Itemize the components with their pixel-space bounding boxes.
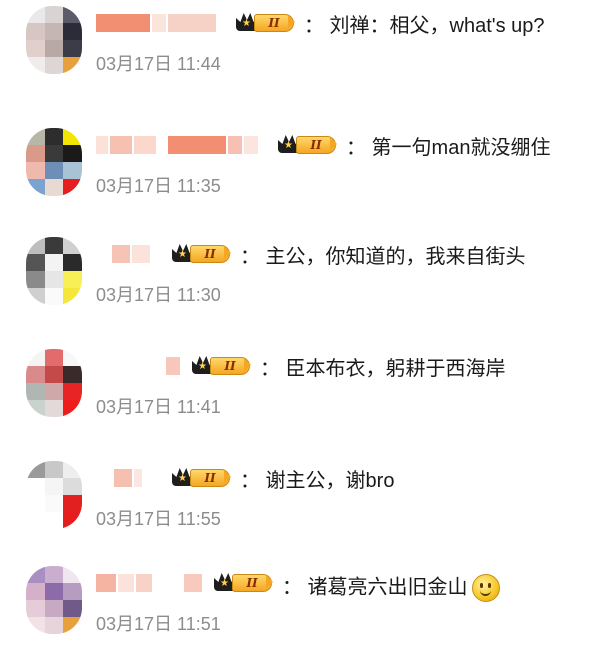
comment-text: ： 臣本布衣，躬耕于西海岸 <box>260 358 506 380</box>
badge-arrow-icon <box>330 137 337 151</box>
badge-arrow-icon <box>288 15 295 29</box>
star-icon: ★ <box>178 473 187 484</box>
avatar[interactable] <box>26 6 82 74</box>
username-blurred[interactable] <box>96 136 258 154</box>
username-blurred[interactable] <box>112 245 150 263</box>
username-blurred[interactable] <box>96 574 202 592</box>
comment-timestamp: 03月17日 11:30 <box>96 285 221 305</box>
avatar[interactable] <box>26 566 82 634</box>
badge-arrow-icon <box>244 358 251 372</box>
username-blurred[interactable] <box>114 469 142 487</box>
comment-text: ： 第一句man就没绷住 <box>346 137 551 159</box>
comment-item: ★ II ： 诸葛亮六出旧金山 03月17日 11:51 <box>0 560 609 660</box>
level-badge[interactable]: ★ II <box>236 8 300 34</box>
avatar[interactable] <box>26 349 82 417</box>
comment-item: ★ II ： 第一句man就没绷住 03月17日 11:35 <box>0 122 609 222</box>
comment-text-body: ： 诸葛亮六出旧金山 <box>282 576 468 599</box>
star-icon: ★ <box>242 18 251 29</box>
comment-timestamp: 03月17日 11:44 <box>96 54 221 74</box>
username-blurred[interactable] <box>166 357 180 375</box>
level-badge[interactable]: ★ II <box>172 463 236 489</box>
comment-timestamp: 03月17日 11:41 <box>96 397 221 417</box>
comment-text: ： 主公，你知道的，我来自街头 <box>240 246 526 268</box>
comment-text: ： 谢主公，谢bro <box>240 470 395 492</box>
star-icon: ★ <box>198 361 207 372</box>
level-badge[interactable]: ★ II <box>172 239 236 265</box>
badge-arrow-icon <box>224 470 231 484</box>
comment-timestamp: 03月17日 11:35 <box>96 176 221 196</box>
avatar[interactable] <box>26 128 82 196</box>
star-icon: ★ <box>178 249 187 260</box>
comment-item: ★ II ： 主公，你知道的，我来自街头 03月17日 11:30 <box>0 231 609 331</box>
comment-text: ： 诸葛亮六出旧金山 <box>282 574 500 602</box>
level-badge[interactable]: ★ II <box>278 130 342 156</box>
level-badge[interactable]: ★ II <box>192 351 256 377</box>
badge-arrow-icon <box>266 575 273 589</box>
comment-item: ★ II ： 臣本布衣，躬耕于西海岸 03月17日 11:41 <box>0 343 609 443</box>
comment-timestamp: 03月17日 11:55 <box>96 509 221 529</box>
username-blurred[interactable] <box>96 14 216 32</box>
comment-item: ★ II ： 谢主公，谢bro 03月17日 11:55 <box>0 455 609 555</box>
avatar[interactable] <box>26 237 82 305</box>
star-icon: ★ <box>284 140 293 151</box>
comment-item: ★ II ： 刘禅：相父，what's up? 03月17日 11:44 <box>0 0 609 100</box>
comment-text: ： 刘禅：相父，what's up? <box>304 15 545 37</box>
badge-arrow-icon <box>224 246 231 260</box>
star-icon: ★ <box>220 578 229 589</box>
level-badge[interactable]: ★ II <box>214 568 278 594</box>
smiley-emoji-icon <box>471 574 500 602</box>
comment-timestamp: 03月17日 11:51 <box>96 614 221 634</box>
avatar[interactable] <box>26 461 82 529</box>
